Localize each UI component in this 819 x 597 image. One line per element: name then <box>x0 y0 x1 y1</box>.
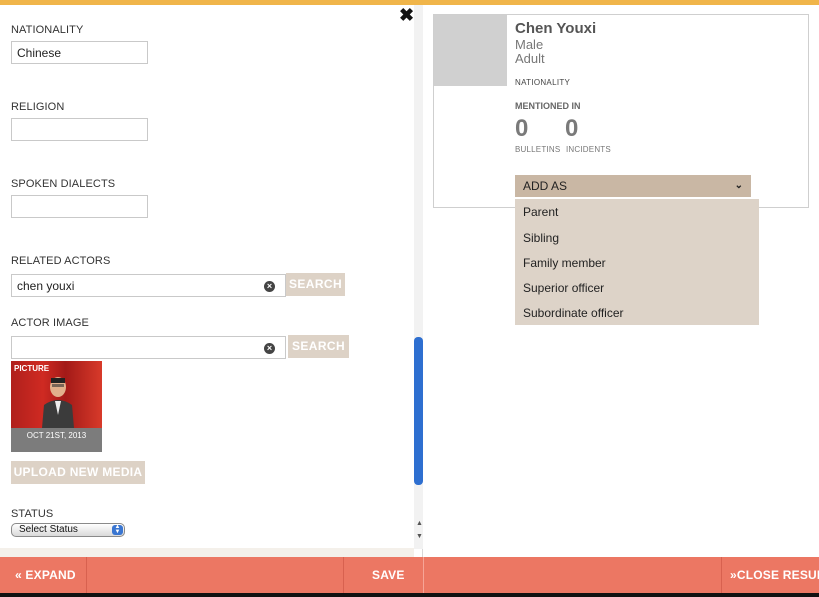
media-date: OCT 21ST, 2013 <box>26 431 87 440</box>
related-actors-search-button[interactable]: SEARCH <box>286 273 345 296</box>
actor-nationality-label: NATIONALITY <box>515 78 571 87</box>
scroll-up-icon[interactable]: ▲ <box>416 520 423 527</box>
spoken-dialects-field[interactable] <box>11 195 148 218</box>
bottom-divider <box>721 557 722 593</box>
bulletins-label: BULLETINS <box>515 145 561 154</box>
actor-name[interactable]: Chen Youxi <box>515 20 596 37</box>
related-actors-label: RELATED ACTORS <box>11 255 111 267</box>
panel-footer-strip <box>0 548 414 557</box>
spoken-dialects-label: SPOKEN DIALECTS <box>11 178 116 190</box>
nationality-label: NATIONALITY <box>11 24 84 36</box>
save-button[interactable]: SAVE <box>372 557 422 593</box>
actor-age: Adult <box>515 51 545 66</box>
mentioned-in-label: MENTIONED IN <box>515 101 581 111</box>
scroll-down-icon[interactable]: ▼ <box>416 533 423 540</box>
status-selected-value: Select Status <box>19 524 78 535</box>
select-arrows-icon: ▲ ▼ <box>112 524 123 535</box>
status-label: STATUS <box>11 508 54 520</box>
bottom-divider <box>343 557 344 593</box>
scrollbar-thumb[interactable] <box>414 337 423 485</box>
expand-button[interactable]: « EXPAND <box>15 557 85 593</box>
chevron-down-icon: ⌄ <box>734 180 743 191</box>
relation-option-sibling[interactable]: Sibling <box>523 231 559 245</box>
media-thumbnail[interactable]: PICTURE OCT 21ST, 2013 <box>11 361 102 452</box>
incidents-label: INCIDENTS <box>566 145 611 154</box>
add-as-dropdown[interactable]: ADD AS ⌄ <box>515 175 751 197</box>
media-type-label: PICTURE <box>14 364 50 373</box>
status-select[interactable]: Select Status ▲ ▼ <box>11 523 125 537</box>
clear-related-actors-icon[interactable]: × <box>264 281 275 292</box>
nationality-field[interactable] <box>11 41 148 64</box>
actor-image-label: ACTOR IMAGE <box>11 317 89 329</box>
actor-image-search-button[interactable]: SEARCH <box>288 335 349 358</box>
religion-field[interactable] <box>11 118 148 141</box>
incidents-count: 0 <box>565 115 579 142</box>
bottom-divider <box>423 557 424 593</box>
actor-avatar <box>434 15 507 86</box>
clear-actor-image-icon[interactable]: × <box>264 343 275 354</box>
bulletins-count: 0 <box>515 115 529 142</box>
related-actors-input[interactable] <box>11 274 286 297</box>
add-as-label: ADD AS <box>523 179 568 193</box>
religion-label: RELIGION <box>11 101 65 113</box>
person-photo-icon <box>42 377 74 428</box>
close-icon[interactable]: ✖ <box>399 6 415 24</box>
relation-option-subordinate-officer[interactable]: Subordinate officer <box>523 306 624 320</box>
bottom-divider <box>86 557 87 593</box>
relation-option-parent[interactable]: Parent <box>523 205 558 219</box>
actor-image-input[interactable] <box>11 336 286 359</box>
actor-sex: Male <box>515 37 544 52</box>
upload-media-button[interactable]: UPLOAD NEW MEDIA <box>11 461 145 484</box>
window-bottom-edge <box>0 593 819 597</box>
close-results-button[interactable]: »CLOSE RESULTS <box>730 557 819 593</box>
relation-option-superior-officer[interactable]: Superior officer <box>523 281 604 295</box>
relation-option-family-member[interactable]: Family member <box>523 256 606 270</box>
